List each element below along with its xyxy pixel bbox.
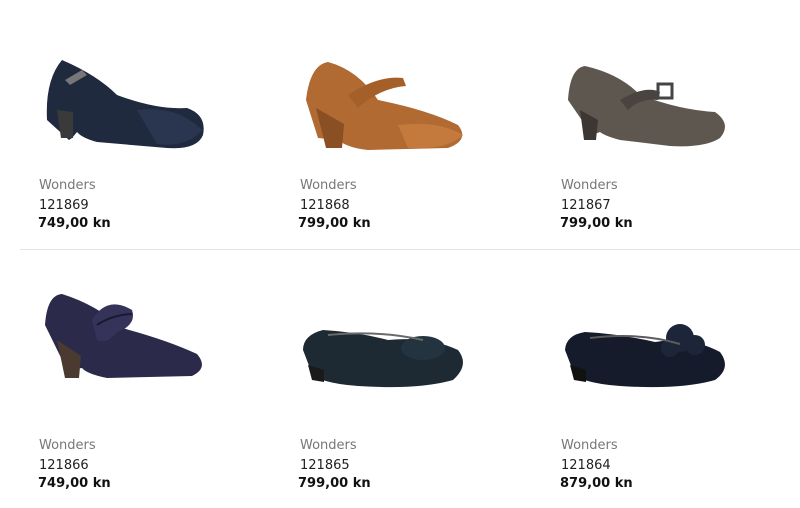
product-code: 121865 <box>300 458 350 473</box>
product-code: 121864 <box>561 458 611 473</box>
product-code: 121869 <box>39 198 89 213</box>
product-brand[interactable]: Wonders <box>300 438 357 453</box>
row-divider <box>20 249 800 250</box>
product-brand[interactable]: Wonders <box>39 178 96 193</box>
product-price: 749,00 kn <box>38 476 111 491</box>
product-image-shoe[interactable] <box>560 270 730 410</box>
product-price: 799,00 kn <box>298 476 371 491</box>
product-brand[interactable]: Wonders <box>300 178 357 193</box>
product-price: 879,00 kn <box>560 476 633 491</box>
product-code: 121868 <box>300 198 350 213</box>
product-brand[interactable]: Wonders <box>561 178 618 193</box>
product-price: 799,00 kn <box>298 216 371 231</box>
product-price: 749,00 kn <box>38 216 111 231</box>
product-price: 799,00 kn <box>560 216 633 231</box>
product-image-shoe[interactable] <box>298 40 468 180</box>
product-image-shoe[interactable] <box>298 270 468 410</box>
product-brand[interactable]: Wonders <box>39 438 96 453</box>
product-code: 121866 <box>39 458 89 473</box>
product-code: 121867 <box>561 198 611 213</box>
product-brand[interactable]: Wonders <box>561 438 618 453</box>
product-image-shoe[interactable] <box>37 270 207 410</box>
product-image-shoe[interactable] <box>37 40 207 180</box>
product-image-shoe[interactable] <box>560 40 730 180</box>
